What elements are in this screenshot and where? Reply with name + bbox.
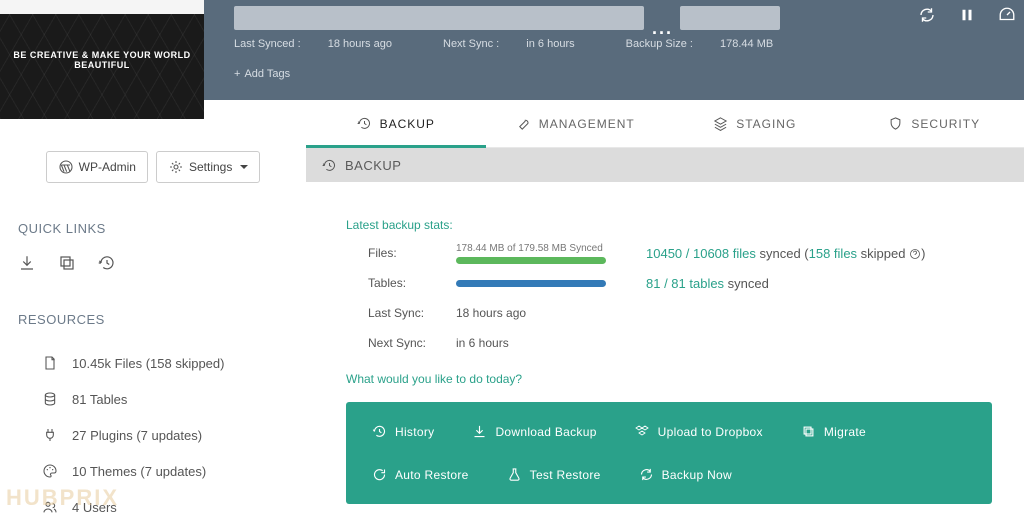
action-autorestore[interactable]: Auto Restore — [372, 467, 469, 482]
layers-icon — [713, 116, 728, 131]
stat-row-files: Files: 178.44 MB of 179.58 MB Synced 104… — [346, 238, 992, 268]
copies-icon[interactable] — [58, 254, 76, 272]
stat-row-lastsync: Last Sync: 18 hours ago — [346, 298, 992, 328]
dropbox-icon — [635, 424, 650, 439]
tab-management[interactable]: MANAGEMENT — [486, 100, 666, 147]
action-history[interactable]: History — [372, 424, 434, 439]
tables-progress-bar — [456, 280, 606, 287]
palette-icon — [42, 463, 58, 479]
quick-links-title: QUICK LINKS — [18, 221, 288, 236]
flask-icon — [507, 467, 522, 482]
sync-icon[interactable] — [918, 6, 936, 24]
help-icon[interactable] — [909, 248, 921, 260]
settings-button[interactable]: Settings — [156, 151, 260, 183]
sync-icon — [639, 467, 654, 482]
site-thumbnail[interactable]: BE CREATIVE & MAKE YOUR WORLD BEAUTIFUL — [0, 0, 204, 119]
files-progress-label: 178.44 MB of 179.58 MB Synced — [456, 243, 606, 254]
download-icon[interactable] — [18, 254, 36, 272]
copies-icon — [801, 424, 816, 439]
sidebar: WP-Admin Settings QUICK LINKS RESOURCES … — [0, 119, 306, 525]
tab-backup[interactable]: BACKUP — [306, 100, 486, 147]
prompt-text: What would you like to do today? — [346, 372, 992, 386]
title-ellipsis: ... — [652, 18, 673, 39]
header-meta: Last Synced : 18 hours ago Next Sync : i… — [234, 38, 821, 50]
resource-plugins[interactable]: 27 Plugins (7 updates) — [18, 417, 288, 453]
history-icon[interactable] — [98, 254, 116, 272]
history-icon — [357, 116, 372, 131]
history-icon — [322, 158, 337, 173]
panel-heading: BACKUP — [306, 148, 1024, 182]
resource-themes[interactable]: 10 Themes (7 updates) — [18, 453, 288, 489]
site-title-redacted — [234, 6, 644, 30]
shield-icon — [888, 116, 903, 131]
wrench-icon — [516, 116, 531, 131]
chevron-down-icon — [240, 165, 248, 169]
dashboard-icon[interactable] — [998, 6, 1016, 24]
tab-staging[interactable]: STAGING — [665, 100, 845, 147]
plus-icon: + — [234, 68, 240, 80]
add-tags-button[interactable]: +Add Tags — [234, 68, 290, 80]
action-bar: History Download Backup Upload to Dropbo… — [346, 402, 992, 504]
gear-icon — [168, 159, 184, 175]
action-download[interactable]: Download Backup — [472, 424, 596, 439]
resource-tables[interactable]: 81 Tables — [18, 381, 288, 417]
wp-admin-button[interactable]: WP-Admin — [46, 151, 148, 183]
tables-result: 81 / 81 tables synced — [646, 276, 769, 291]
action-backupnow[interactable]: Backup Now — [639, 467, 732, 482]
action-migrate[interactable]: Migrate — [801, 424, 866, 439]
header-band: BE CREATIVE & MAKE YOUR WORLD BEAUTIFUL … — [0, 0, 1024, 100]
plug-icon — [42, 427, 58, 443]
wordpress-icon — [58, 159, 74, 175]
site-url-redacted — [680, 6, 780, 30]
restore-icon — [372, 467, 387, 482]
tabs: BACKUP MANAGEMENT STAGING SECURITY — [306, 100, 1024, 148]
files-progress-bar — [456, 257, 606, 264]
download-icon — [472, 424, 487, 439]
action-testrestore[interactable]: Test Restore — [507, 467, 601, 482]
watermark: HUBPRIX — [6, 485, 119, 511]
database-icon — [42, 391, 58, 407]
resources-title: RESOURCES — [18, 312, 288, 327]
file-icon — [42, 355, 58, 371]
action-dropbox[interactable]: Upload to Dropbox — [635, 424, 763, 439]
main-panel: BACKUP MANAGEMENT STAGING SECURITY BACKU… — [306, 100, 1024, 517]
resource-files[interactable]: 10.45k Files (158 skipped) — [18, 345, 288, 381]
pause-icon[interactable] — [958, 6, 976, 24]
thumbnail-caption: BE CREATIVE & MAKE YOUR WORLD BEAUTIFUL — [0, 50, 204, 70]
stat-row-tables: Tables: 81 / 81 tables synced — [346, 268, 992, 298]
files-result: 10450 / 10608 files synced (158 files sk… — [646, 246, 925, 261]
tab-security[interactable]: SECURITY — [845, 100, 1024, 147]
history-icon — [372, 424, 387, 439]
stat-row-nextsync: Next Sync: in 6 hours — [346, 328, 992, 358]
stats-title: Latest backup stats: — [346, 218, 992, 232]
